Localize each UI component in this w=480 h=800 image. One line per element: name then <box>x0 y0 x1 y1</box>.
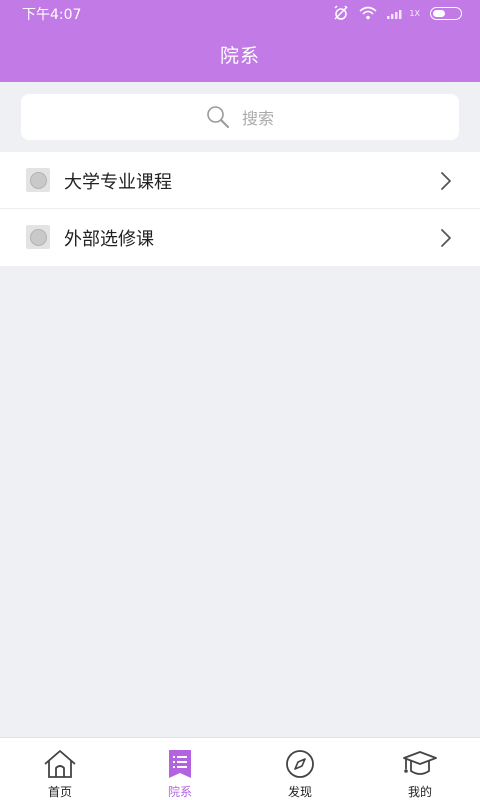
graduation-cap-icon <box>403 751 437 775</box>
bottom-tab-bar: 首页 院系 发现 我的 <box>0 737 480 800</box>
course-thumbnail-icon <box>26 168 50 192</box>
battery-icon <box>430 6 462 20</box>
tab-departments[interactable]: 院系 <box>120 738 240 800</box>
course-thumbnail-icon <box>26 225 50 249</box>
home-icon <box>44 750 76 778</box>
list-item-label: 大学专业课程 <box>64 172 172 193</box>
tab-label: 发现 <box>287 785 312 799</box>
status-time: 下午4:07 <box>22 7 82 23</box>
status-icons: 1X <box>333 5 462 21</box>
signal-icon <box>387 10 402 19</box>
compass-icon <box>286 750 314 778</box>
tab-label: 院系 <box>167 785 192 799</box>
list-item-university-courses[interactable]: 大学专业课程 <box>0 152 480 209</box>
app-header: 下午4:07 1X 院系 <box>0 0 480 82</box>
search-placeholder: 搜索 <box>241 109 274 128</box>
page-title: 院系 <box>219 45 260 67</box>
department-list: 大学专业课程 外部选修课 <box>0 152 480 266</box>
search-input[interactable]: 搜索 <box>21 94 459 140</box>
search-icon <box>207 106 229 128</box>
tab-mine[interactable]: 我的 <box>360 738 480 800</box>
wifi-icon <box>359 6 377 20</box>
tab-label: 我的 <box>407 785 432 799</box>
list-bookmark-icon <box>169 750 191 778</box>
alarm-off-icon <box>334 5 348 20</box>
tab-home[interactable]: 首页 <box>0 738 120 800</box>
list-item-external-electives[interactable]: 外部选修课 <box>0 209 480 266</box>
chevron-right-icon <box>441 172 451 190</box>
sim-label: 1X <box>409 8 420 18</box>
list-item-label: 外部选修课 <box>64 229 154 250</box>
tab-label: 首页 <box>47 785 72 799</box>
tab-discover[interactable]: 发现 <box>240 738 360 800</box>
chevron-right-icon <box>441 229 451 247</box>
status-bar: 下午4:07 1X <box>0 0 480 26</box>
